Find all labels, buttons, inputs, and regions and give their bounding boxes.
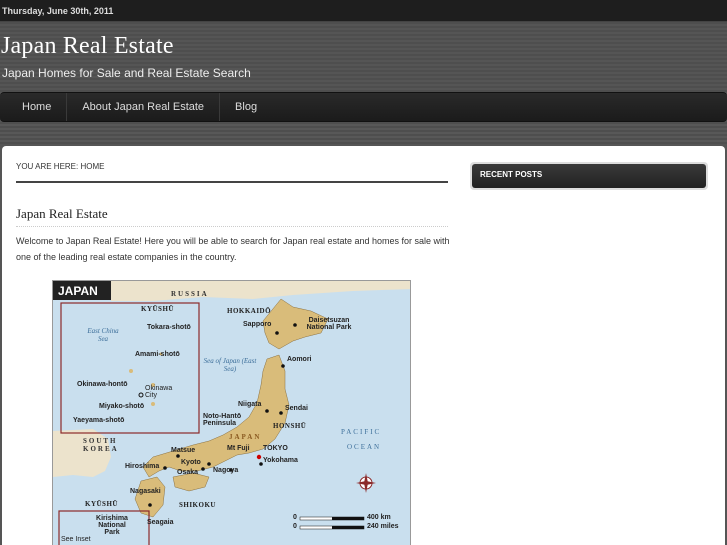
map-label-osaka: Osaka	[177, 469, 199, 476]
site-description: Japan Homes for Sale and Real Estate Sea…	[2, 66, 251, 80]
map-label-okinawa-honto: Okinawa-hontō	[77, 381, 128, 388]
map-label-kyoto: Kyoto	[181, 459, 201, 466]
map-label-shikoku: SHIKOKU	[179, 501, 216, 509]
recent-posts-title: Recent Posts	[472, 164, 706, 188]
current-date: Thursday, June 30th, 2011	[2, 6, 114, 16]
map-label-noto: Noto-Hantō Peninsula	[203, 413, 242, 427]
map-label-sapporo: Sapporo	[243, 321, 272, 328]
post-body: Welcome to Japan Real Estate! Here you w…	[16, 236, 450, 262]
map-label-aomori: Aomori	[287, 356, 312, 363]
site-title[interactable]: Japan Real Estate	[1, 33, 174, 60]
map-label-honshu: HONSHŪ	[273, 422, 307, 430]
map-label-pacific: PACIFIC	[341, 428, 382, 436]
map-label-nagasaki: Nagasaki	[130, 488, 161, 495]
map-label-tokara: Tokara-shotō	[147, 324, 191, 331]
map-label-amami: Amami-shotō	[135, 351, 180, 358]
map-label-yaeyama: Yaeyama-shotō	[73, 417, 125, 424]
nav-item-blog[interactable]: Blog	[220, 93, 272, 121]
recent-posts-widget: Recent Posts	[470, 162, 708, 190]
content-wrap: You are here: Home Japan Real Estate Wel…	[2, 146, 725, 545]
nav-item-about[interactable]: About Japan Real Estate	[67, 93, 221, 121]
post-title[interactable]: Japan Real Estate	[16, 206, 108, 222]
main-nav: Home About Japan Real Estate Blog	[0, 92, 727, 122]
map-label-matsue: Matsue	[171, 447, 196, 454]
map-label-yokohama: Yokohama	[263, 457, 298, 464]
map-label-hiroshima: Hiroshima	[125, 463, 160, 470]
top-date-bar: Thursday, June 30th, 2011	[0, 0, 727, 22]
breadcrumb: You are here: Home	[16, 162, 448, 183]
map-scale-km: 400 km	[367, 514, 391, 521]
post-title-divider	[16, 226, 448, 227]
map-label-ocean: OCEAN	[347, 443, 382, 451]
japan-map-image: JAPAN RUSSIA KYŪSHŪ Tokara-shotō East Ch…	[52, 280, 411, 545]
map-label-south-korea: SOUTH KOREA	[83, 437, 119, 453]
map-label-niigata: Niigata	[238, 401, 262, 408]
map-label-okinawa-city: Okinawa City	[145, 385, 173, 399]
map-label-hokkaido: HOKKAIDŌ	[227, 307, 272, 315]
map-label-kirishima: Kirishima National Park	[96, 515, 128, 536]
map-label-seagaia: Seagaia	[147, 519, 174, 526]
map-label-mt-fuji: Mt Fuji	[227, 445, 250, 452]
map-title: JAPAN	[53, 281, 111, 300]
map-label-sendai: Sendai	[285, 405, 308, 412]
header-band	[0, 122, 727, 144]
map-scale-zero-miles: 0	[293, 523, 297, 530]
map-label-miyako: Miyako-shotō	[99, 403, 145, 410]
map-label-sea-of-japan: Sea of Japan (East Sea)	[203, 357, 257, 373]
map-label-tokyo: TOKYO	[263, 445, 288, 452]
site-header: Japan Real Estate Japan Homes for Sale a…	[0, 22, 727, 92]
map-label-kyushu: KYŪSHŪ	[85, 500, 118, 508]
map-scale-zero-km: 0	[293, 514, 297, 521]
map-label-east-china-sea: East China Sea	[87, 327, 119, 343]
map-label-japan: JAPAN	[229, 433, 262, 441]
map-scale-miles: 240 miles	[367, 523, 399, 530]
map-label-russia: RUSSIA	[171, 290, 209, 298]
map-label-kyushu-inset: KYŪSHŪ	[141, 305, 174, 313]
map-label-nagoya: Nagoya	[213, 467, 239, 474]
map-label-daisetsuzan: Daisetsuzan National Park	[306, 317, 352, 331]
map-label-see-inset: See Inset	[61, 536, 91, 543]
nav-item-home[interactable]: Home	[0, 93, 68, 121]
